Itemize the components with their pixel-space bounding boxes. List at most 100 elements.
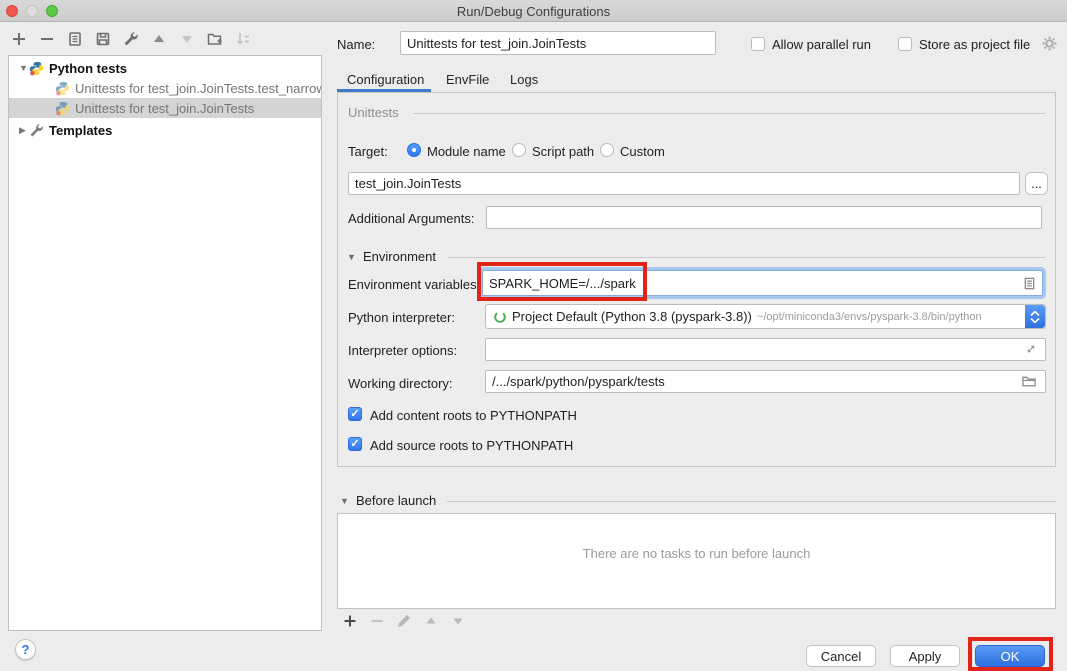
tree-item-unittest-narrow[interactable]: Unittests for test_join.JoinTests.test_n… xyxy=(9,78,321,98)
save-configuration-button[interactable] xyxy=(94,30,111,47)
add-source-roots-label: Add source roots to PYTHONPATH xyxy=(370,438,573,453)
target-radio-custom[interactable] xyxy=(600,143,614,157)
additional-arguments-label: Additional Arguments: xyxy=(348,211,474,226)
remove-task-button[interactable] xyxy=(368,612,385,629)
triangle-down-icon xyxy=(179,31,195,47)
target-radio-script-path[interactable] xyxy=(512,143,526,157)
tree-item-label: Unittests for test_join.JoinTests.test_n… xyxy=(75,81,321,96)
section-divider xyxy=(448,257,1045,258)
interpreter-options-label: Interpreter options: xyxy=(348,343,457,358)
configuration-panel: Unittests Target: Module name Script pat… xyxy=(337,92,1056,467)
working-directory-input[interactable] xyxy=(485,370,1046,393)
section-divider xyxy=(447,501,1056,502)
triangle-up-icon xyxy=(423,613,439,629)
pencil-icon xyxy=(396,613,412,629)
chevron-down-icon xyxy=(1030,318,1040,323)
before-launch-task-list: There are no tasks to run before launch xyxy=(337,513,1056,609)
wrench-icon xyxy=(123,31,139,47)
python-interpreter-value: Project Default (Python 3.8 (pyspark-3.8… xyxy=(512,309,752,324)
cancel-button[interactable]: Cancel xyxy=(806,645,876,667)
window-title: Run/Debug Configurations xyxy=(0,4,1067,19)
copy-configuration-button[interactable] xyxy=(66,30,83,47)
plus-icon xyxy=(11,31,27,47)
before-launch-section-title: Before launch xyxy=(356,493,436,508)
tree-item-templates[interactable]: ▶ Templates xyxy=(9,120,321,140)
tree-item-unittest-jointests[interactable]: Unittests for test_join.JoinTests xyxy=(9,98,321,118)
add-task-button[interactable] xyxy=(341,612,358,629)
templates-wrench-icon xyxy=(29,123,44,138)
copy-icon xyxy=(67,31,83,47)
tree-item-python-tests[interactable]: ▼ Python tests xyxy=(9,58,321,78)
tree-item-label: Unittests for test_join.JoinTests xyxy=(75,101,254,116)
allow-parallel-checkbox[interactable] xyxy=(751,37,765,51)
add-configuration-button[interactable] xyxy=(10,30,27,47)
annotation-red-box-env-vars xyxy=(477,262,647,301)
environment-collapse-icon[interactable]: ▼ xyxy=(347,252,356,262)
before-launch-toolbar xyxy=(341,612,466,629)
tab-envfile[interactable]: EnvFile xyxy=(446,72,489,87)
target-radio-module-name-label: Module name xyxy=(427,144,506,159)
annotation-red-box-ok xyxy=(968,637,1053,671)
module-name-input[interactable] xyxy=(348,172,1020,195)
target-radio-script-path-label: Script path xyxy=(532,144,594,159)
tree-item-label: Python tests xyxy=(49,61,127,76)
target-label: Target: xyxy=(348,144,388,159)
new-folder-button[interactable] xyxy=(206,30,223,47)
apply-button[interactable]: Apply xyxy=(890,645,960,667)
target-radio-custom-label: Custom xyxy=(620,144,665,159)
remove-configuration-button[interactable] xyxy=(38,30,55,47)
configurations-tree: ▼ Python tests Unittests for test_join.J… xyxy=(8,55,322,631)
python-test-icon xyxy=(55,101,70,116)
move-task-up-button[interactable] xyxy=(422,612,439,629)
target-radio-module-name[interactable] xyxy=(407,143,421,157)
python-interpreter-select[interactable]: Project Default (Python 3.8 (pyspark-3.8… xyxy=(485,304,1046,329)
add-content-roots-label: Add content roots to PYTHONPATH xyxy=(370,408,577,423)
browse-module-button[interactable]: ... xyxy=(1025,172,1048,195)
folder-plus-icon xyxy=(207,31,223,47)
sort-configurations-button[interactable] xyxy=(234,30,251,47)
chevron-down-icon[interactable]: ▼ xyxy=(19,63,29,73)
python-test-icon xyxy=(55,81,70,96)
store-project-label: Store as project file xyxy=(919,37,1030,52)
environment-variables-label: Environment variables: xyxy=(348,277,480,292)
move-down-button[interactable] xyxy=(178,30,195,47)
configurations-toolbar xyxy=(10,30,251,47)
store-project-checkbox[interactable] xyxy=(898,37,912,51)
tree-item-label: Templates xyxy=(49,123,112,138)
interpreter-options-input[interactable] xyxy=(485,338,1046,361)
minus-icon xyxy=(369,613,385,629)
allow-parallel-label: Allow parallel run xyxy=(772,37,871,52)
name-label: Name: xyxy=(337,37,375,52)
unittests-group-title: Unittests xyxy=(348,105,399,120)
group-divider xyxy=(413,113,1045,114)
tab-configuration[interactable]: Configuration xyxy=(347,72,424,87)
gear-icon[interactable] xyxy=(1041,35,1058,52)
help-button[interactable]: ? xyxy=(15,639,36,660)
chevron-right-icon[interactable]: ▶ xyxy=(19,125,29,136)
tab-logs[interactable]: Logs xyxy=(510,72,538,87)
environment-section-title: Environment xyxy=(363,249,436,264)
plus-icon xyxy=(342,613,358,629)
before-launch-collapse-icon[interactable]: ▼ xyxy=(340,496,349,506)
triangle-down-icon xyxy=(450,613,466,629)
python-interpreter-path: ~/opt/miniconda3/envs/pyspark-3.8/bin/py… xyxy=(757,311,982,323)
name-input[interactable] xyxy=(400,31,716,55)
edit-variables-icon[interactable] xyxy=(1022,276,1037,291)
add-content-roots-checkbox[interactable]: ✓ xyxy=(348,407,362,421)
select-stepper[interactable] xyxy=(1025,305,1045,328)
chevron-up-icon xyxy=(1030,311,1040,316)
save-icon xyxy=(95,31,111,47)
expand-field-icon[interactable] xyxy=(1024,342,1038,356)
sort-alpha-icon xyxy=(235,31,251,47)
move-up-button[interactable] xyxy=(150,30,167,47)
move-task-down-button[interactable] xyxy=(449,612,466,629)
triangle-up-icon xyxy=(151,31,167,47)
add-source-roots-checkbox[interactable]: ✓ xyxy=(348,437,362,451)
additional-arguments-input[interactable] xyxy=(486,206,1042,229)
run-debug-configurations-dialog: Run/Debug Configurations ▼ xyxy=(0,0,1067,671)
title-bar: Run/Debug Configurations xyxy=(0,0,1067,22)
folder-icon[interactable] xyxy=(1021,374,1037,389)
edit-task-button[interactable] xyxy=(395,612,412,629)
working-directory-label: Working directory: xyxy=(348,376,453,391)
edit-templates-button[interactable] xyxy=(122,30,139,47)
